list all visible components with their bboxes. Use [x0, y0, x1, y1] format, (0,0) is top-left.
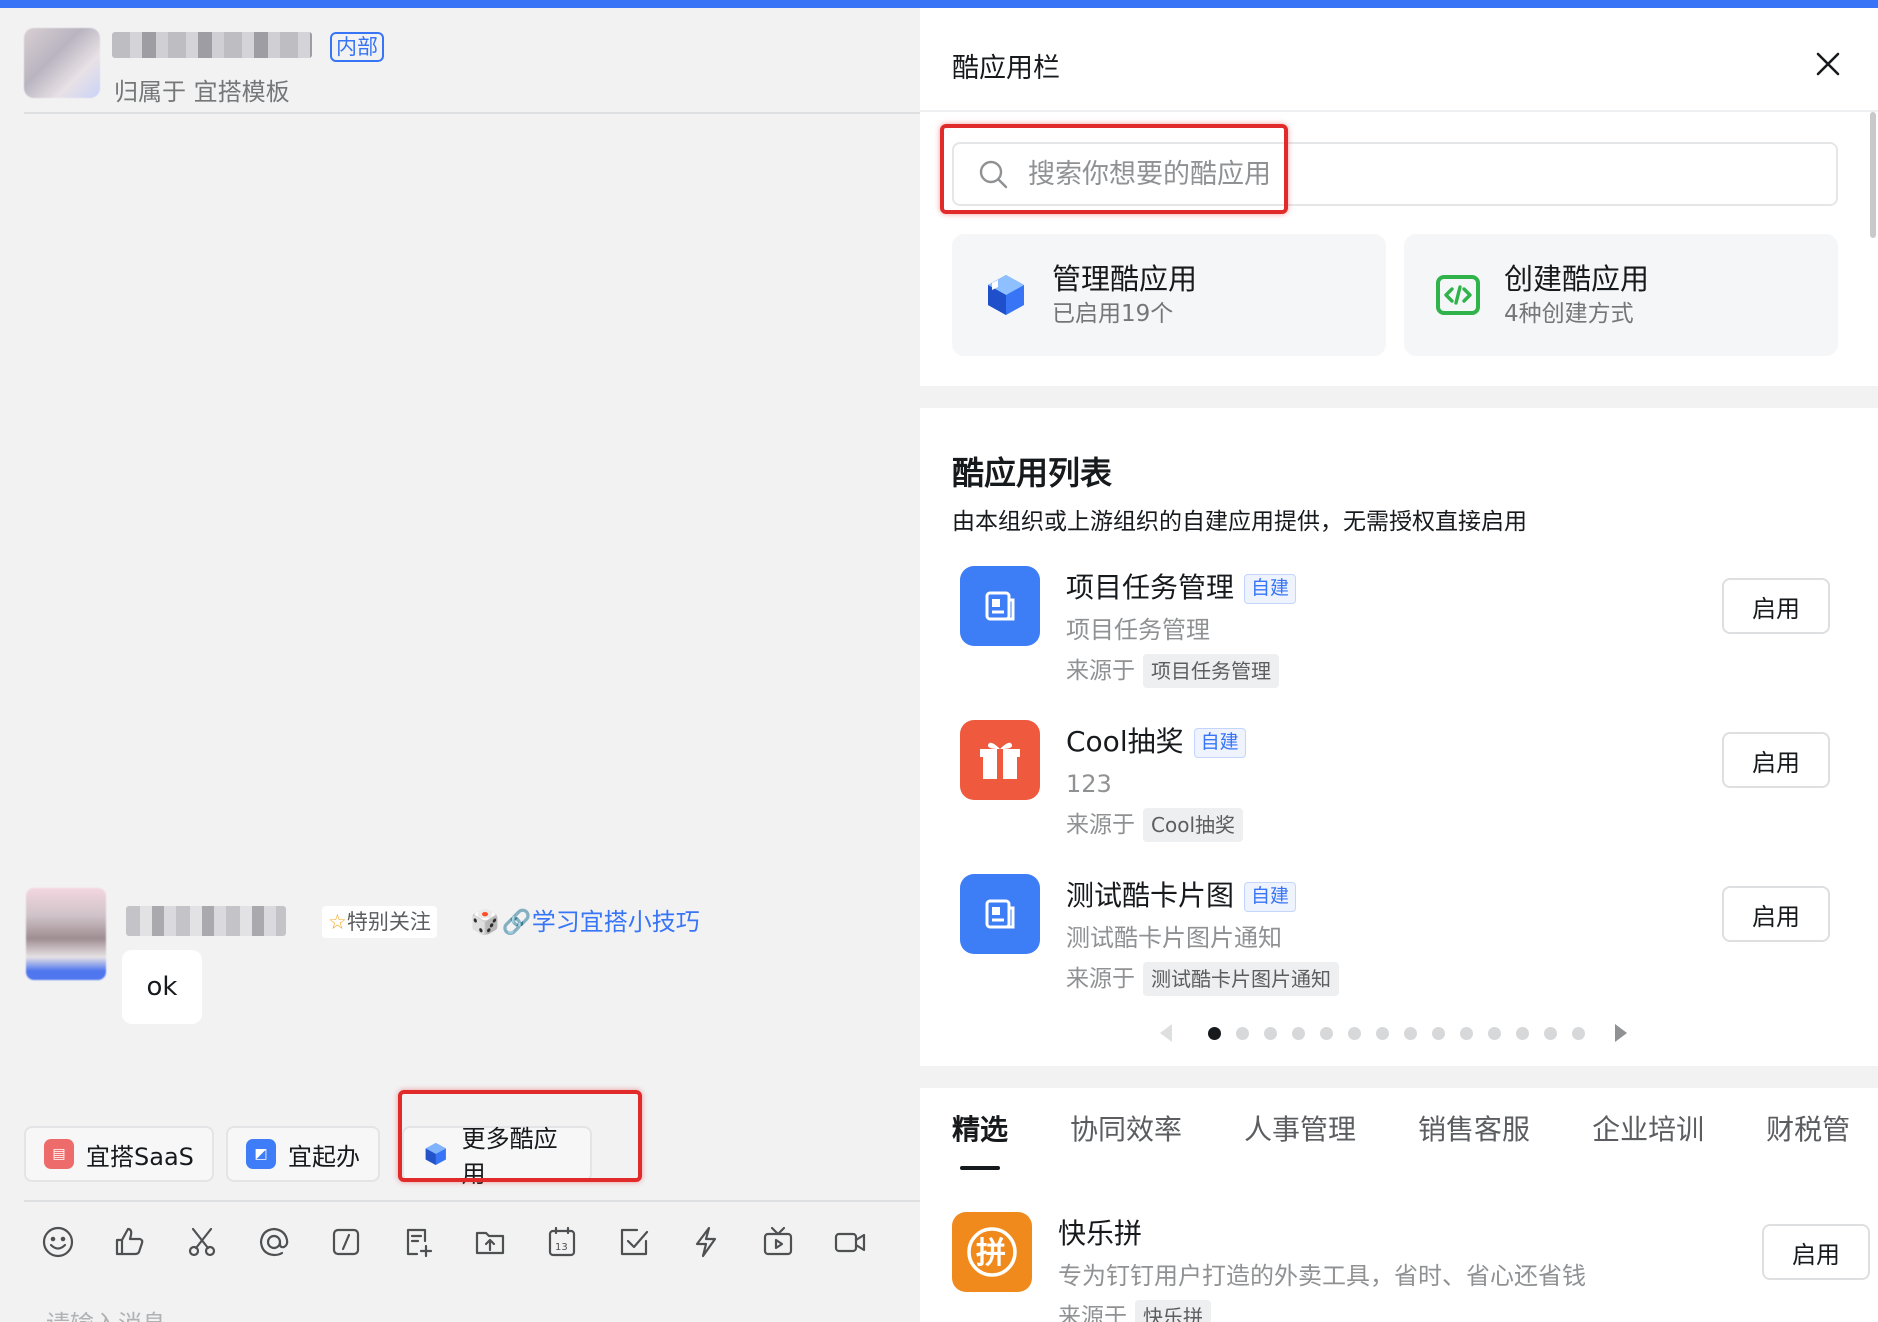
chat-area: 内部 归属于 宜搭模板 ☆特别关注 🎲🔗学习宜搭小技巧 ok ▤ 宜搭SaaS … — [0, 8, 920, 1322]
panel-scrollbar[interactable] — [1870, 112, 1876, 238]
internal-tag: 内部 — [330, 32, 384, 62]
pager-dot[interactable] — [1264, 1026, 1277, 1040]
pager-dot[interactable] — [1544, 1026, 1557, 1040]
emoji-icon[interactable] — [40, 1224, 76, 1260]
pager-dot[interactable] — [1376, 1026, 1389, 1040]
star-icon: ☆ — [328, 910, 347, 934]
pager-dots — [1208, 1026, 1585, 1040]
search-input[interactable] — [1028, 158, 1728, 190]
tab-hr[interactable]: 人事管理 — [1244, 1110, 1356, 1150]
quick-button-yiqiban[interactable]: ◩ 宜起办 — [226, 1126, 380, 1182]
section-separator — [920, 386, 1878, 408]
pager-dot[interactable] — [1488, 1026, 1501, 1040]
pager-dot[interactable] — [1404, 1026, 1417, 1040]
list-pager — [1160, 1024, 1627, 1042]
self-built-tag: 自建 — [1244, 882, 1297, 912]
pager-dot[interactable] — [1516, 1026, 1529, 1040]
tab-training[interactable]: 企业培训 — [1592, 1110, 1704, 1150]
lottery-emoji-icon: 🎲 — [470, 908, 500, 936]
list-item: 拼 快乐拼 专为钉钉用户打造的外卖工具，省时、省心还省钱 来源于 快乐拼 启用 — [952, 1212, 1870, 1322]
pager-dot[interactable] — [1208, 1026, 1221, 1040]
close-button[interactable] — [1808, 44, 1848, 84]
cool-app-panel: 酷应用栏 管理酷应用 已启用19个 创建酷应用 4种创建方式 — [920, 8, 1878, 1322]
slash-command-icon[interactable] — [328, 1224, 364, 1260]
group-name-redacted — [112, 32, 312, 58]
quick-button-yida-saas[interactable]: ▤ 宜搭SaaS — [24, 1126, 214, 1182]
todo-check-icon[interactable] — [616, 1224, 652, 1260]
document-icon — [985, 899, 1015, 929]
message-bubble[interactable]: ok — [122, 950, 202, 1024]
cool-app-list-desc: 由本组织或上游组织的自建应用提供，无需授权直接启用 — [952, 509, 1527, 535]
yida-saas-icon: ▤ — [44, 1139, 74, 1169]
lightning-icon[interactable] — [688, 1224, 724, 1260]
manage-cube-icon — [988, 275, 1024, 315]
search-icon — [979, 160, 1008, 189]
message-input-placeholder[interactable]: 请输入消息 — [46, 1304, 166, 1322]
self-built-tag: 自建 — [1193, 728, 1246, 758]
header-divider — [24, 112, 920, 114]
manage-cool-apps-card[interactable]: 管理酷应用 已启用19个 — [952, 234, 1386, 356]
self-built-tag: 自建 — [1244, 574, 1297, 604]
video-call-icon[interactable] — [832, 1224, 868, 1260]
quick-button-more-cool-apps[interactable]: 更多酷应用 — [402, 1125, 592, 1188]
code-icon — [1436, 275, 1480, 315]
cool-app-cube-icon — [425, 1142, 446, 1166]
close-icon — [1816, 52, 1840, 76]
prev-page-arrow-icon[interactable] — [1160, 1024, 1172, 1042]
pager-dot[interactable] — [1432, 1026, 1445, 1040]
search-box[interactable] — [952, 142, 1838, 206]
message-toolbar: 13 — [40, 1224, 868, 1260]
cool-app-list-title: 酷应用列表 — [952, 454, 1113, 492]
next-page-arrow-icon[interactable] — [1615, 1024, 1627, 1042]
enable-button[interactable]: 启用 — [1722, 886, 1830, 942]
scissors-icon[interactable] — [184, 1224, 220, 1260]
enable-button[interactable]: 启用 — [1722, 732, 1830, 788]
tab-finance[interactable]: 财税管 — [1766, 1110, 1850, 1150]
pager-dot[interactable] — [1572, 1026, 1585, 1040]
sender-avatar[interactable] — [26, 888, 106, 980]
pager-dot[interactable] — [1320, 1026, 1333, 1040]
pager-dot[interactable] — [1292, 1026, 1305, 1040]
live-tv-icon[interactable] — [760, 1224, 796, 1260]
pager-dot[interactable] — [1236, 1026, 1249, 1040]
yiqiban-icon: ◩ — [246, 1139, 276, 1169]
list-item: 项目任务管理 自建 项目任务管理 来源于 项目任务管理 启用 — [960, 566, 1840, 706]
add-document-icon[interactable] — [400, 1224, 436, 1260]
svg-text:拼: 拼 — [976, 1236, 1006, 1271]
thumbs-up-icon[interactable] — [112, 1224, 148, 1260]
tab-sales[interactable]: 销售客服 — [1418, 1110, 1530, 1150]
create-cool-app-card[interactable]: 创建酷应用 4种创建方式 — [1404, 234, 1838, 356]
gift-icon — [980, 742, 1020, 779]
enable-button[interactable]: 启用 — [1762, 1224, 1870, 1280]
panel-title: 酷应用栏 — [952, 53, 1060, 84]
tips-link[interactable]: 🎲🔗学习宜搭小技巧 — [470, 904, 700, 940]
enable-button[interactable]: 启用 — [1722, 578, 1830, 634]
tab-collaboration[interactable]: 协同效率 — [1070, 1110, 1182, 1150]
pager-dot[interactable] — [1348, 1026, 1361, 1040]
section-separator — [920, 1066, 1878, 1088]
calendar-icon[interactable]: 13 — [544, 1224, 580, 1260]
document-icon — [985, 591, 1015, 621]
project-task-app-icon — [960, 566, 1040, 646]
test-card-app-icon — [960, 874, 1040, 954]
tab-featured[interactable]: 精选 — [952, 1110, 1008, 1170]
category-tabs: 精选 协同效率 人事管理 销售客服 企业培训 财税管 — [952, 1110, 1878, 1170]
pager-dot[interactable] — [1460, 1026, 1473, 1040]
list-item: Cool抽奖 自建 123 来源于 Cool抽奖 启用 — [960, 720, 1840, 860]
sender-name-redacted — [126, 906, 286, 936]
cool-lottery-app-icon — [960, 720, 1040, 800]
group-avatar[interactable] — [24, 28, 100, 98]
list-item: 测试酷卡片图 自建 测试酷卡片图片通知 来源于 测试酷卡片图片通知 启用 — [960, 874, 1840, 1014]
svg-text:13: 13 — [555, 1242, 568, 1253]
at-mention-icon[interactable] — [256, 1224, 292, 1260]
happy-group-buy-app-icon: 拼 — [952, 1212, 1032, 1292]
group-belong-text: 归属于 宜搭模板 — [114, 78, 290, 106]
upload-folder-icon[interactable] — [472, 1224, 508, 1260]
pin-badge-icon: 拼 — [967, 1227, 1017, 1277]
panel-header: 酷应用栏 — [920, 8, 1878, 112]
follow-tag: ☆特别关注 — [322, 906, 437, 938]
toolbar-divider — [24, 1200, 920, 1202]
top-accent-bar — [0, 0, 1878, 8]
